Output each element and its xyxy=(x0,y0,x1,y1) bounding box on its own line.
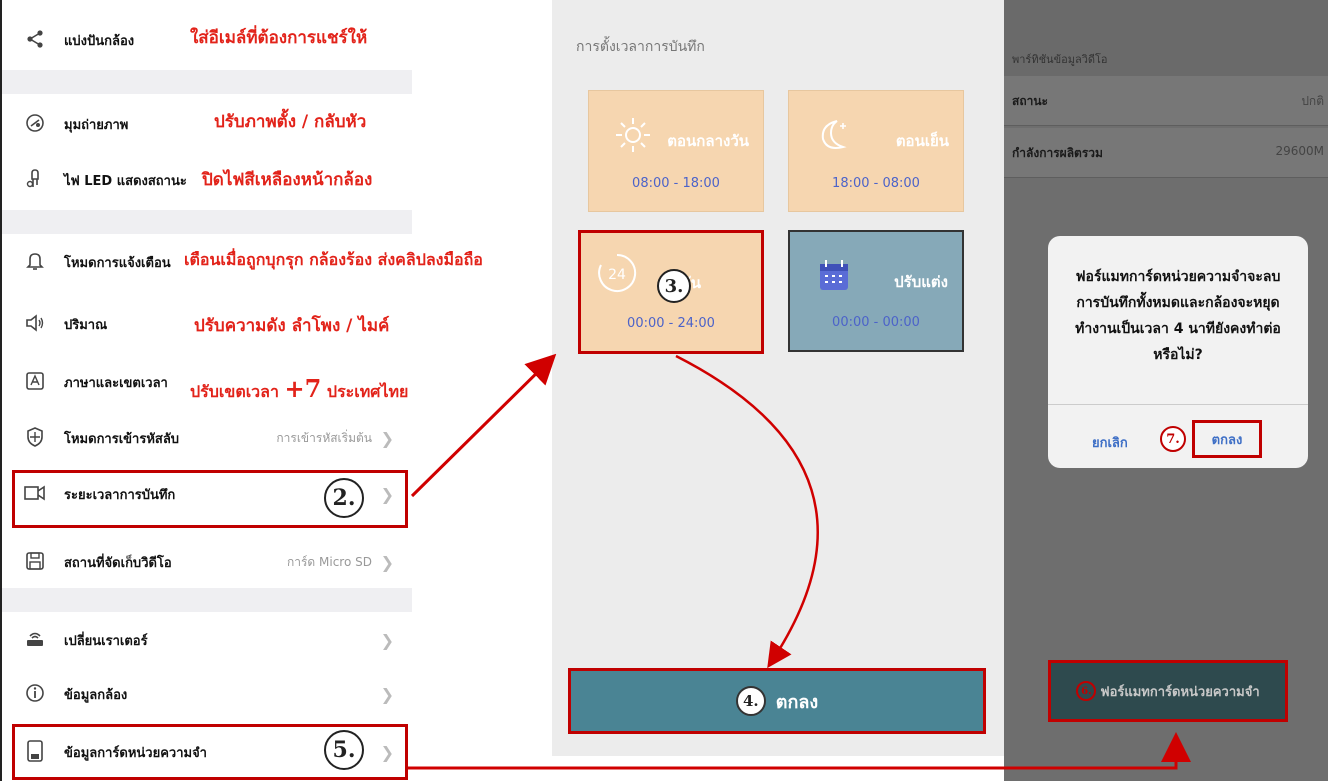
settings-row-value: การเข้ารหัสเริ่มต้น xyxy=(276,430,372,445)
settings-row-change-router[interactable]: เปลี่ยนเราเตอร์ ❯ xyxy=(2,614,412,666)
section-header: พาร์ทิชันข้อมูลวิดีโอ xyxy=(1004,0,1328,76)
info-row-capacity: กำลังการผลิตรวม 29600M xyxy=(1004,128,1328,178)
format-button-label: ฟอร์แมทการ์ดหน่วยความจำ xyxy=(1100,684,1260,700)
speaker-icon xyxy=(24,312,46,334)
settings-row-label: ข้อมูลกล้อง xyxy=(64,687,128,703)
camera-angle-icon xyxy=(24,112,46,134)
page-title: การตั้งเวลาการบันทึก xyxy=(576,39,705,55)
tile-evening[interactable]: ตอนเย็น 18:00 - 08:00 xyxy=(788,90,964,212)
arrow-step2-to-3 xyxy=(410,353,557,498)
tutorial-stage: แบ่งปันกล้อง มุมถ่ายภาพ ไฟ LED แสดงสถานะ… xyxy=(0,0,1328,781)
sun-icon xyxy=(616,118,650,152)
calendar-icon xyxy=(820,260,848,290)
settings-row-label: สถานที่จัดเก็บวิดีโอ xyxy=(64,555,172,571)
settings-row-storage[interactable]: สถานที่จัดเก็บวิดีโอ การ์ด Micro SD ❯ xyxy=(2,536,412,588)
settings-row-camera-info[interactable]: ข้อมูลกล้อง ❯ xyxy=(2,668,412,720)
language-icon xyxy=(24,370,46,392)
note-volume: ปรับความดัง ลำโพง / ไมค์ xyxy=(194,316,390,336)
shield-icon xyxy=(24,426,46,448)
note-alert: เตือนเมื่อถูกบุกรุก กล้องร้อง ส่งคลิปลงม… xyxy=(184,250,483,269)
save-icon xyxy=(24,550,46,572)
section-title: พาร์ทิชันข้อมูลวิดีโอ xyxy=(1012,53,1108,66)
settings-row-label: ไฟ LED แสดงสถานะ xyxy=(64,173,187,189)
info-value: 29600M xyxy=(1275,144,1324,158)
info-value: ปกติ xyxy=(1301,94,1324,108)
settings-row-label: มุมถ่ายภาพ xyxy=(64,117,129,133)
led-icon xyxy=(24,168,46,190)
dialog-message: ฟอร์แมทการ์ดหน่วยความจำจะลบการบันทึกทั้ง… xyxy=(1075,269,1281,363)
share-icon xyxy=(24,28,46,50)
tile-time: 08:00 - 18:00 xyxy=(632,176,720,191)
section-divider xyxy=(2,210,412,234)
section-divider xyxy=(2,588,412,612)
tile-time: 18:00 - 08:00 xyxy=(832,176,920,191)
tile-all-day[interactable]: 24 ทั้งวัน 00:00 - 24:00 3. xyxy=(578,230,764,354)
dialog-cancel-button[interactable]: ยกเลิก xyxy=(1092,432,1128,453)
moon-icon xyxy=(821,120,847,149)
settings-row-label: โหมดการแจ้งเตือน xyxy=(64,255,171,271)
info-row-status: สถานะ ปกติ xyxy=(1004,76,1328,126)
note-led: ปิดไฟสีเหลืองหน้ากล้อง xyxy=(202,170,373,190)
settings-row-value: การ์ด Micro SD xyxy=(286,554,372,569)
chevron-right-icon: ❯ xyxy=(380,684,394,704)
settings-row-label: เปลี่ยนเราเตอร์ xyxy=(64,633,148,649)
router-icon xyxy=(24,628,46,650)
note-timezone-prefix: ปรับเขตเวลา xyxy=(190,382,279,401)
dialog-divider xyxy=(1048,404,1308,405)
clock-24-icon: 24 xyxy=(598,253,637,292)
note-timezone-suffix: ประเทศไทย xyxy=(326,382,409,401)
step-badge-7: 7. xyxy=(1160,426,1186,452)
tile-daytime[interactable]: ตอนกลางวัน 08:00 - 18:00 xyxy=(588,90,764,212)
info-icon xyxy=(24,682,46,704)
confirm-button[interactable]: 4. ตกลง xyxy=(568,668,986,734)
confirm-button-label: ตกลง xyxy=(775,691,819,713)
tile-name: ตอนกลางวัน xyxy=(667,132,749,150)
tile-custom[interactable]: ปรับแต่ง 00:00 - 00:00 xyxy=(788,230,964,352)
step-badge-4: 4. xyxy=(735,686,766,716)
settings-row-label: ภาษาและเขตเวลา xyxy=(64,375,168,391)
memory-card-panel: พาร์ทิชันข้อมูลวิดีโอ สถานะ ปกติ กำลังกา… xyxy=(1004,0,1328,781)
note-timezone: ปรับเขตเวลา +7 ประเทศไทย xyxy=(190,374,408,405)
dialog-ok-button[interactable]: ตกลง xyxy=(1192,420,1262,458)
info-key: สถานะ xyxy=(1012,94,1048,108)
chevron-right-icon: ❯ xyxy=(380,630,394,650)
tile-time: 00:00 - 24:00 xyxy=(627,316,715,331)
svg-text:24: 24 xyxy=(608,267,626,283)
step-badge-3: 3. xyxy=(657,269,691,303)
settings-row-label: แบ่งปันกล้อง xyxy=(64,33,135,49)
info-key: กำลังการผลิตรวม xyxy=(1012,146,1103,160)
chevron-right-icon: ❯ xyxy=(380,428,394,448)
step-badge-2: 2. xyxy=(324,478,364,518)
bell-icon xyxy=(24,250,46,272)
note-camera-angle: ปรับภาพตั้ง / กลับหัว xyxy=(214,112,367,132)
tile-name: ปรับแต่ง xyxy=(894,273,948,291)
section-divider xyxy=(2,70,412,94)
format-confirm-dialog: ฟอร์แมทการ์ดหน่วยความจำจะลบการบันทึกทั้ง… xyxy=(1048,236,1308,468)
step-badge-5: 5. xyxy=(324,730,364,770)
settings-row-label: ปริมาณ xyxy=(64,317,108,333)
settings-row-encryption[interactable]: โหมดการเข้ารหัสลับ การเข้ารหัสเริ่มต้น ❯ xyxy=(2,412,412,464)
tile-time: 00:00 - 00:00 xyxy=(832,315,920,330)
step-badge-6: 6. xyxy=(1076,681,1097,701)
note-share: ใส่อีเมล์ที่ต้องการแชร์ให้ xyxy=(190,28,368,48)
record-schedule-panel: การตั้งเวลาการบันทึก ตอนกลางวัน 08:00 - … xyxy=(552,0,1004,756)
camera-settings-panel: แบ่งปันกล้อง มุมถ่ายภาพ ไฟ LED แสดงสถานะ… xyxy=(0,0,483,781)
note-timezone-offset: +7 xyxy=(284,374,322,403)
chevron-right-icon: ❯ xyxy=(380,552,394,572)
tile-name: ตอนเย็น xyxy=(895,132,949,150)
format-memory-card-button[interactable]: 6. ฟอร์แมทการ์ดหน่วยความจำ xyxy=(1048,660,1288,722)
settings-row-label: โหมดการเข้ารหัสลับ xyxy=(64,431,180,447)
